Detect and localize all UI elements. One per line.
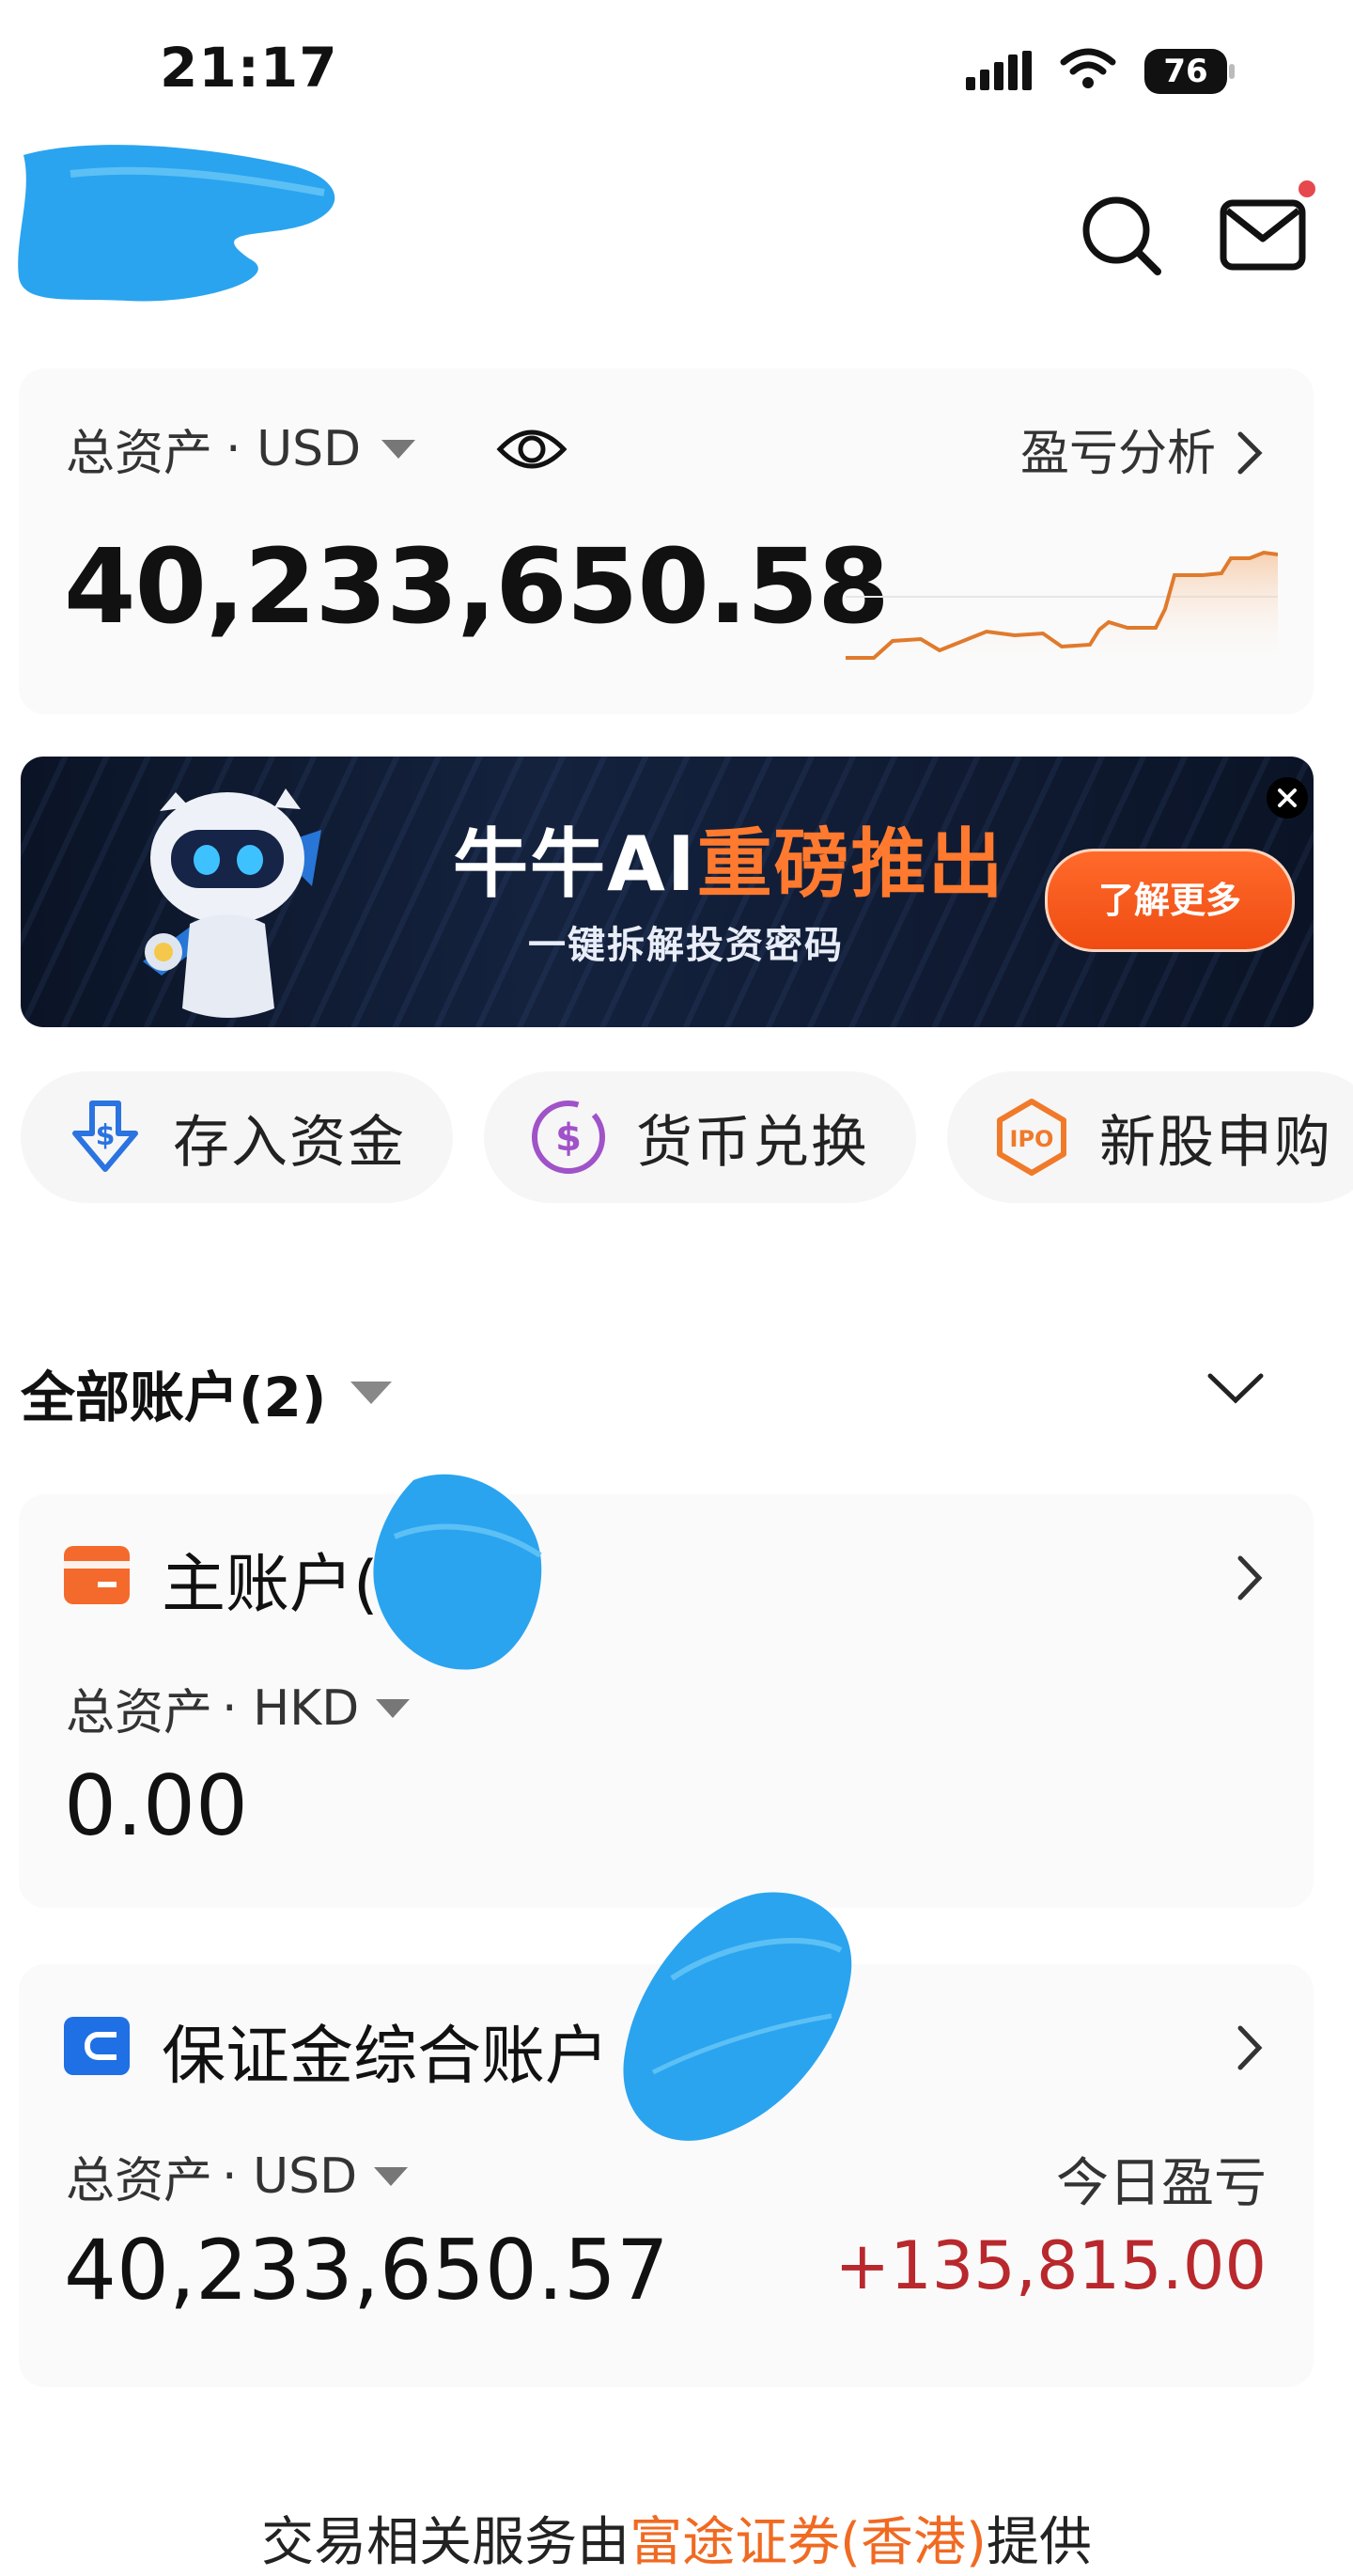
battery-level: 76 (1144, 49, 1227, 94)
search-icon[interactable] (1079, 193, 1163, 277)
chevron-down-icon[interactable] (1205, 1365, 1267, 1412)
svg-text:IPO: IPO (1010, 1126, 1054, 1152)
main-account-assets-label[interactable]: 总资产 · HKD (66, 1673, 411, 1743)
currency-exchange-button[interactable]: $ 货币兑换 (484, 1071, 916, 1203)
svg-text:$: $ (96, 1119, 116, 1152)
close-icon[interactable] (1267, 777, 1308, 819)
all-accounts-title: 全部账户(2) (21, 1366, 327, 1429)
today-pnl-label: 今日盈亏 (1056, 2153, 1267, 2214)
total-assets-text: 总资产 (66, 426, 213, 482)
svg-text:$: $ (555, 1116, 582, 1160)
ipo-subscribe-button[interactable]: IPO 新股申购 (947, 1071, 1353, 1203)
ipo-subscribe-label: 新股申购 (1099, 1109, 1332, 1176)
assets-text: 总资产 (66, 2153, 213, 2209)
ipo-icon: IPO (997, 1099, 1066, 1176)
assets-text: 总资产 (66, 1685, 213, 1741)
main-account-name: 主账户( (162, 1548, 379, 1622)
dropdown-triangle-icon (381, 439, 416, 459)
banner-title: 牛牛AI重磅推出 (453, 804, 1005, 913)
deposit-icon: $ (72, 1101, 138, 1172)
redaction-scribble (373, 1474, 542, 1670)
total-assets-label[interactable]: 总资产 · USD (66, 414, 416, 484)
currency-selector[interactable]: · USD (222, 2148, 357, 2205)
chevron-right-icon[interactable] (1235, 2022, 1265, 2073)
chevron-right-icon[interactable] (1235, 1553, 1265, 1603)
margin-account-name: 保证金综合账户 (162, 2020, 610, 2094)
chevron-right-icon (1237, 431, 1263, 475)
footer-text-before: 交易相关服务由 (261, 2512, 630, 2573)
robot-mascot-icon (143, 788, 321, 1018)
margin-account-assets-label[interactable]: 总资产 · USD (66, 2141, 409, 2211)
card-icon (64, 1546, 130, 1604)
currency-selector[interactable]: · USD (226, 421, 361, 477)
battery-icon: 76 (1144, 49, 1236, 94)
margin-account-value: 40,233,650.57 (64, 2222, 669, 2318)
currency-exchange-label: 货币兑换 (636, 1109, 869, 1176)
dropdown-triangle-icon (376, 1698, 411, 1718)
today-pnl-value: +135,815.00 (834, 2227, 1267, 2304)
promo-banner[interactable]: 牛牛AI重磅推出 一键拆解投资密码 了解更多 (21, 757, 1314, 1027)
notification-dot (1299, 180, 1315, 197)
dropdown-triangle-icon (374, 2166, 409, 2186)
footer-text-after: 提供 (986, 2512, 1092, 2573)
broker-link[interactable]: 富途证券(香港) (630, 2512, 987, 2573)
status-time: 21:17 (160, 36, 338, 100)
redaction-scribble (623, 1892, 852, 2141)
deposit-funds-button[interactable]: $ 存入资金 (21, 1071, 453, 1203)
learn-more-button[interactable]: 了解更多 (1045, 849, 1295, 952)
main-account-value: 0.00 (64, 1757, 248, 1854)
total-assets-value: 40,233,650.58 (64, 526, 890, 647)
currency-selector[interactable]: · HKD (222, 1680, 359, 1737)
dropdown-triangle-icon (350, 1382, 393, 1404)
pnl-analysis-link[interactable]: 盈亏分析 (1020, 414, 1216, 484)
deposit-funds-label: 存入资金 (173, 1109, 406, 1176)
all-accounts-selector[interactable]: 全部账户(2) (21, 1353, 393, 1432)
asset-trend-chart (846, 550, 1278, 669)
banner-title-white: 牛牛AI (453, 820, 697, 908)
margin-account-icon (64, 2017, 130, 2075)
currency-exchange-icon: $ (532, 1101, 605, 1174)
wifi-icon (1060, 48, 1116, 88)
mail-icon[interactable] (1220, 197, 1306, 273)
eye-icon[interactable] (496, 421, 568, 477)
cellular-signal-icon (966, 51, 1032, 90)
service-provider-note: 交易相关服务由富途证券(香港)提供 (0, 2500, 1353, 2576)
redacted-user-name (18, 145, 335, 302)
banner-title-orange: 重磅推出 (696, 820, 1005, 908)
banner-subtitle: 一键拆解投资密码 (528, 924, 844, 967)
